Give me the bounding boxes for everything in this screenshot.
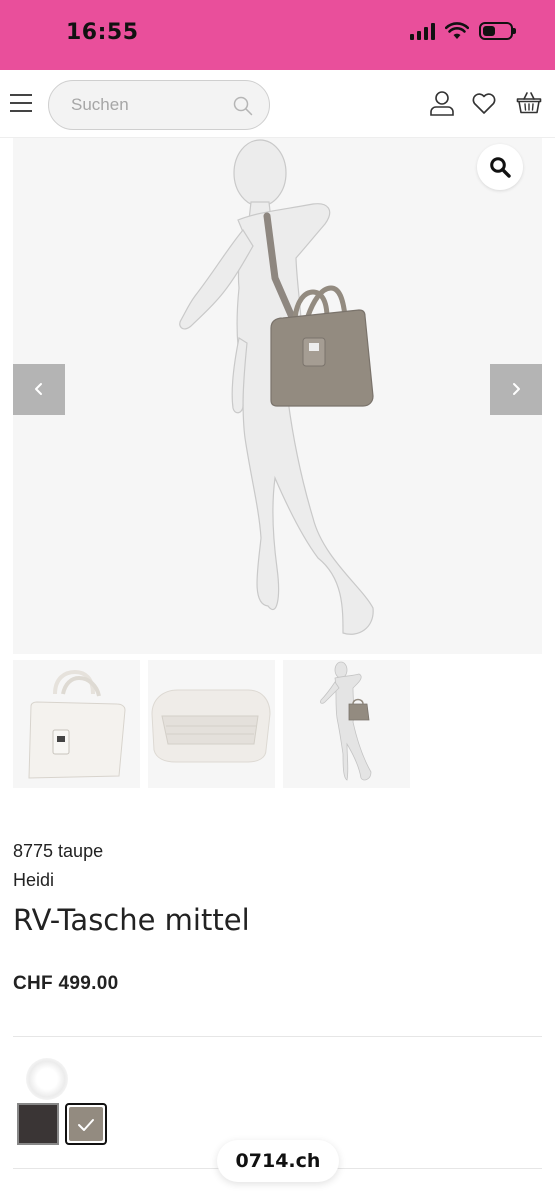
product-main-image[interactable] xyxy=(13,138,542,654)
status-time: 16:55 xyxy=(66,20,139,45)
basket-icon[interactable] xyxy=(516,90,542,116)
hamburger-icon[interactable] xyxy=(10,94,32,114)
thumbnail-handbag-interior[interactable] xyxy=(148,660,275,788)
site-header xyxy=(0,70,555,138)
thumbnail-mannequin-with-bag[interactable] xyxy=(283,660,410,788)
wifi-icon xyxy=(445,22,469,39)
divider xyxy=(13,1036,542,1037)
zoom-button[interactable] xyxy=(477,144,523,190)
battery-icon xyxy=(479,22,516,40)
thumbnail-strip xyxy=(13,660,410,788)
chevron-left-icon xyxy=(35,383,42,395)
search-icon[interactable] xyxy=(233,96,253,116)
checkmark-icon xyxy=(78,1119,94,1131)
collection-name: Heidi xyxy=(13,870,55,890)
signal-icon xyxy=(410,22,435,40)
search-input[interactable] xyxy=(71,95,221,115)
browser-url-pill[interactable]: 0714.ch xyxy=(217,1140,339,1182)
magnifier-icon xyxy=(490,157,511,178)
status-icons xyxy=(410,22,516,40)
loading-spinner xyxy=(26,1058,68,1100)
article-number: 8775 taupe xyxy=(13,841,104,861)
color-swatch-dark[interactable] xyxy=(17,1103,59,1145)
chevron-right-icon xyxy=(513,383,520,395)
color-swatch-taupe[interactable] xyxy=(65,1103,107,1145)
user-icon[interactable] xyxy=(429,90,455,116)
next-image-button[interactable] xyxy=(490,364,542,415)
product-title: RV-Tasche mittel xyxy=(13,903,250,937)
battery-level xyxy=(483,26,495,36)
search-box xyxy=(48,80,270,130)
product-price: CHF 499.00 xyxy=(13,973,119,994)
heart-icon[interactable] xyxy=(471,90,497,116)
status-bar: 16:55 xyxy=(0,0,555,70)
prev-image-button[interactable] xyxy=(13,364,65,415)
mannequin-with-bag-image xyxy=(179,139,374,635)
thumbnail-handbag-front[interactable] xyxy=(13,660,140,788)
